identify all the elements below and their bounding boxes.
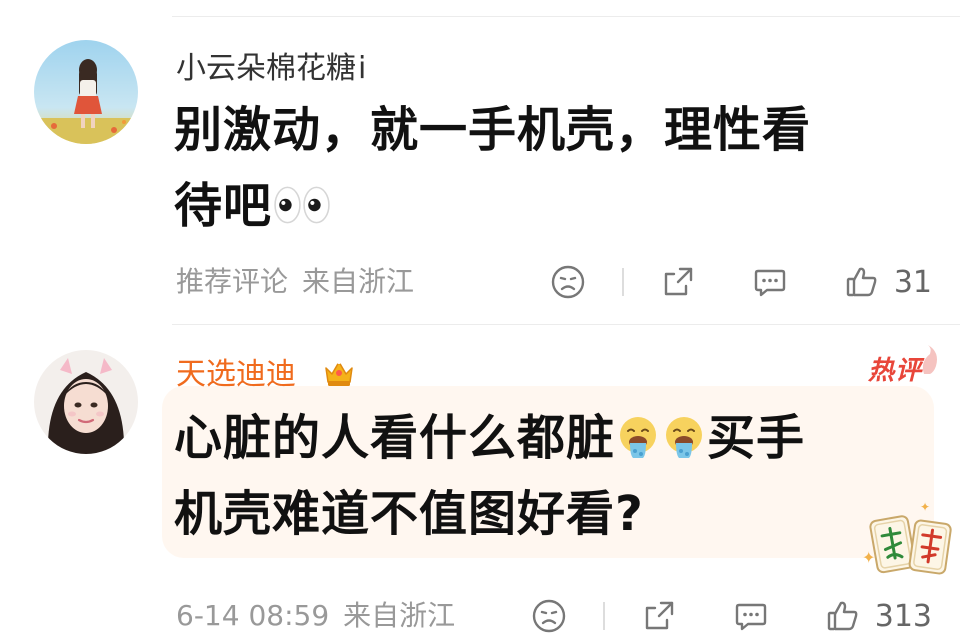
action-separator bbox=[602, 602, 605, 630]
thumbs-up-icon[interactable] bbox=[844, 264, 880, 300]
comment-text: 别激动，就一手机壳，理性看 待吧 bbox=[174, 92, 811, 244]
avatar[interactable] bbox=[34, 40, 138, 144]
username-text[interactable]: 小云朵棉花糖 bbox=[176, 51, 356, 86]
comment-line: 别激动，就一手机壳，理性看 bbox=[174, 102, 812, 158]
comment-line-text: 心脏的人看什么都脏 bbox=[174, 410, 616, 466]
like-count: 313 bbox=[874, 598, 932, 634]
action-separator bbox=[621, 268, 624, 296]
verified-badge: i bbox=[358, 51, 367, 86]
timestamp: 6-14 08:59 bbox=[176, 599, 330, 632]
comment-text: 心脏的人看什么都脏 买手 机壳难道不值图好看? bbox=[174, 400, 805, 552]
comment-line-text: 买手 bbox=[707, 410, 806, 466]
mahjong-fa-cai-sticker bbox=[869, 515, 952, 575]
hot-flame-icon bbox=[922, 345, 937, 374]
share-icon[interactable] bbox=[641, 598, 677, 634]
vomit-emoji-icon bbox=[666, 417, 703, 458]
frown-face-icon[interactable] bbox=[531, 598, 567, 634]
eyes-emoji-icon bbox=[274, 186, 330, 224]
comment-line: 待吧 bbox=[174, 168, 811, 244]
like-button[interactable]: 31 bbox=[844, 264, 932, 300]
avatar-image bbox=[34, 40, 138, 144]
like-button[interactable]: 313 bbox=[825, 598, 932, 634]
avatar[interactable] bbox=[34, 350, 138, 454]
crown-icon bbox=[325, 360, 353, 386]
comment-bubble-icon[interactable] bbox=[733, 598, 769, 634]
comment-line: 心脏的人看什么都脏 买手 bbox=[174, 400, 805, 476]
comment-actions: 31 bbox=[550, 262, 932, 302]
hot-comment-label: 热评 bbox=[867, 356, 922, 386]
share-icon[interactable] bbox=[660, 264, 696, 300]
location-text: 来自浙江 bbox=[302, 265, 415, 298]
comment-divider bbox=[172, 324, 960, 325]
comment-meta: 推荐评论 来自浙江 bbox=[176, 264, 414, 300]
sparkle-icon: ✦ bbox=[862, 548, 876, 567]
like-count: 31 bbox=[893, 264, 932, 300]
sparkle-icon: ✦ bbox=[920, 500, 931, 514]
username[interactable]: 小云朵棉花糖i bbox=[176, 50, 366, 88]
username[interactable]: 天选迪迪 bbox=[176, 356, 296, 394]
username-text[interactable]: 天选迪迪 bbox=[176, 357, 296, 392]
vomit-emoji-icon bbox=[620, 417, 657, 458]
thumbs-up-icon[interactable] bbox=[825, 598, 861, 634]
comment-line: 机壳难道不值图好看? bbox=[174, 486, 644, 542]
comment-actions: 313 bbox=[531, 596, 932, 636]
comment-bubble-icon[interactable] bbox=[752, 264, 788, 300]
comment-line-text: 待吧 bbox=[174, 178, 273, 234]
frown-face-icon[interactable] bbox=[550, 264, 586, 300]
avatar-image bbox=[34, 350, 138, 454]
top-divider bbox=[172, 16, 960, 17]
location-text: 来自浙江 bbox=[343, 599, 456, 632]
comment-meta: 6-14 08:59 来自浙江 bbox=[176, 598, 455, 634]
recommend-tag: 推荐评论 bbox=[176, 265, 289, 298]
